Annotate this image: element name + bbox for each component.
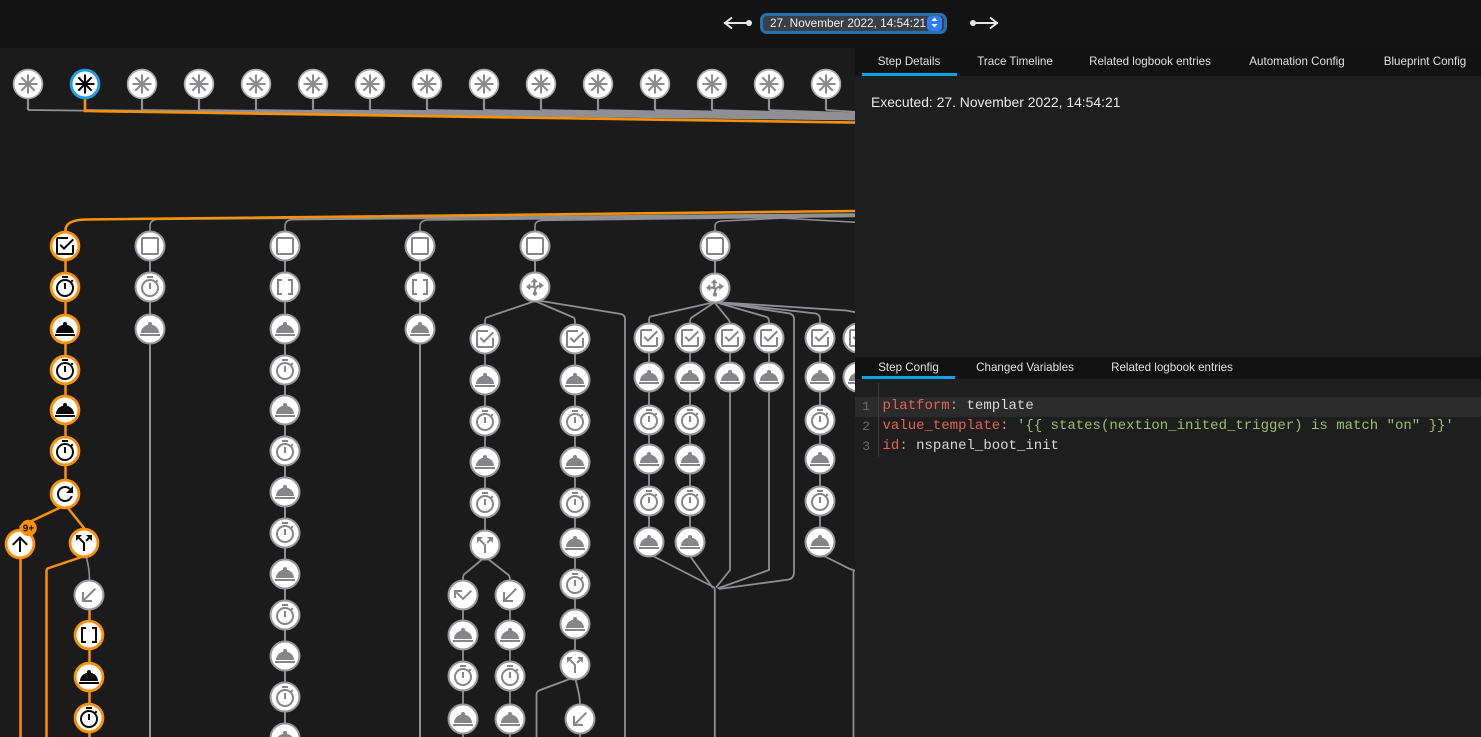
svg-text:9+: 9+ <box>23 523 35 534</box>
